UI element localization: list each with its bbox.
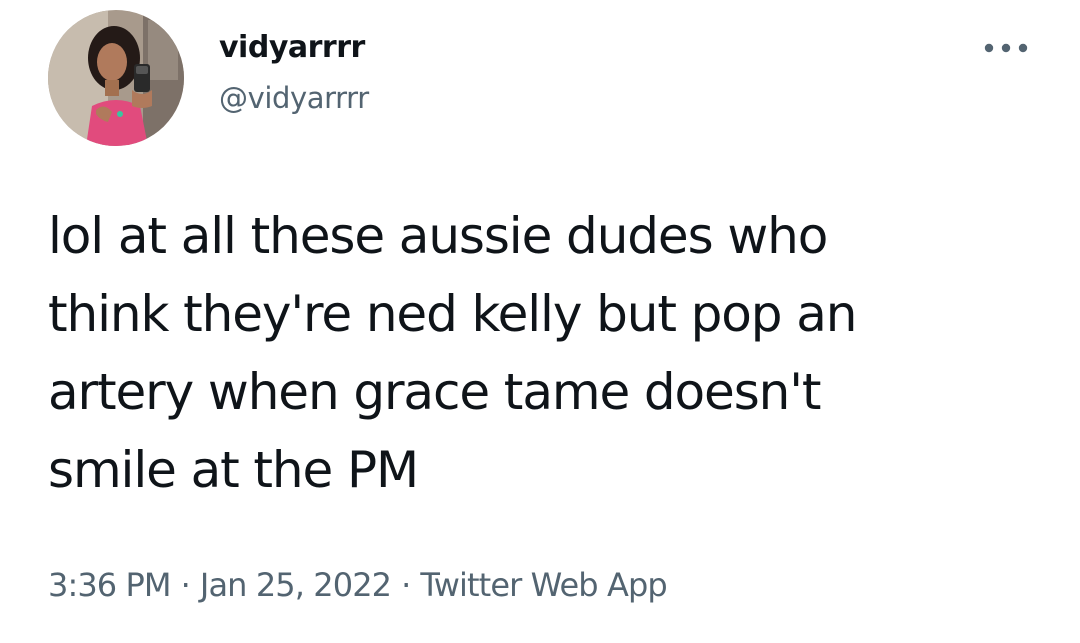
author-display-name[interactable]: vidyarrrr	[219, 30, 369, 66]
metadata-separator: ·	[401, 566, 411, 604]
tweet-source[interactable]: Twitter Web App	[420, 566, 667, 604]
tweet-card: vidyarrrr @vidyarrrr lol at all these au…	[0, 0, 1080, 643]
author-info: vidyarrrr @vidyarrrr	[219, 30, 369, 116]
tweet-time[interactable]: 3:36 PM	[48, 566, 172, 604]
more-options-button[interactable]	[976, 34, 1036, 62]
avatar[interactable]	[48, 10, 184, 146]
profile-photo-icon	[48, 10, 184, 146]
metadata-separator: ·	[180, 566, 191, 604]
author-handle[interactable]: @vidyarrrr	[219, 80, 369, 116]
tweet-text: lol at all these aussie dudes who think …	[48, 207, 857, 499]
tweet-date[interactable]: Jan 25, 2022	[200, 566, 392, 604]
tweet-metadata: 3:36 PM · Jan 25, 2022 · Twitter Web App	[48, 563, 668, 607]
more-options-icon	[984, 43, 1028, 53]
